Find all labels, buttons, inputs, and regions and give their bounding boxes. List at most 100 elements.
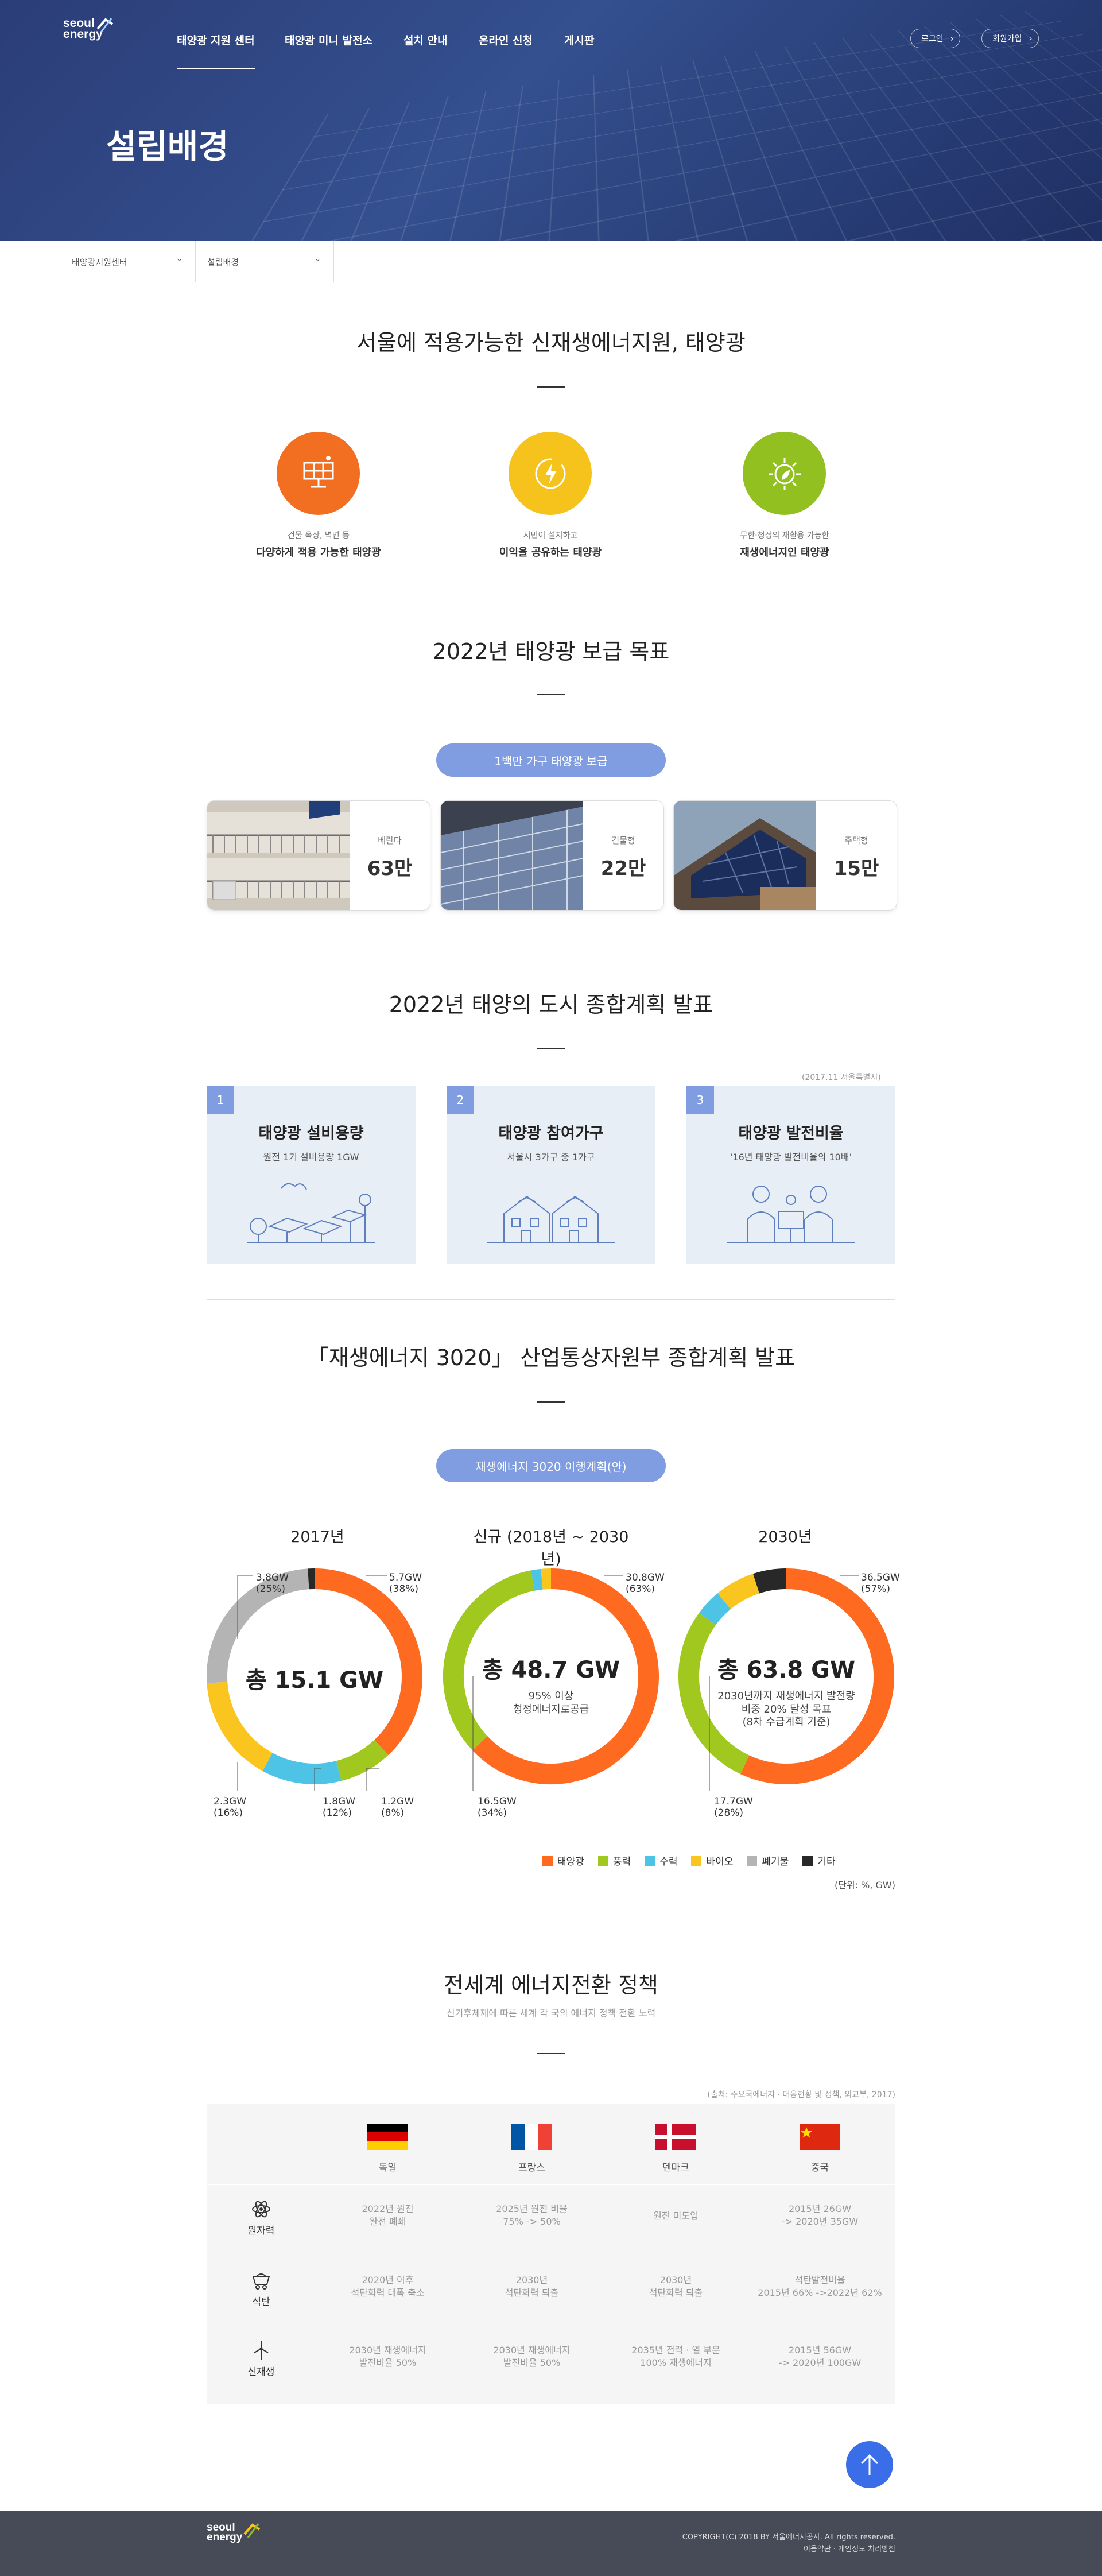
feature-icon-circle (277, 432, 360, 515)
legend-label: 풍력 (612, 1856, 631, 1868)
cell-line: 75% -> 50% (503, 2215, 561, 2227)
section-title: 「재생에너지 3020」 산업통상자원부 종합계획 발표 (306, 1345, 796, 1370)
solar-farm-illustration (247, 1183, 375, 1243)
legend-swatch (802, 1855, 813, 1866)
breadcrumb-label: 설립배경 (207, 257, 239, 268)
balcony-photo (207, 801, 350, 910)
table-cell: 2015년 56GW -> 2020년 100GW (748, 2344, 892, 2369)
table-cell: 2022년 원전 완전 폐쇄 (316, 2203, 460, 2228)
callout-share: (8%) (381, 1807, 405, 1819)
table-cell: 2030년 재생에너지 발전비율 50% (316, 2344, 460, 2369)
signup-label: 회원가입 (992, 34, 1022, 44)
footer-logo[interactable]: seoul energy (207, 2522, 261, 2543)
copyright: COPYRIGHT(C) 2018 BY 서울에너지공사. All rights… (682, 2532, 895, 2556)
nav-solar-center[interactable]: 태양광 지원 센터 (177, 32, 255, 69)
legend-swatch (597, 1855, 608, 1866)
page-title: 설립배경 (106, 127, 229, 166)
logo-mark-icon (96, 18, 114, 33)
breadcrumb-select-center[interactable]: 태양광지원센터 ⌄ (60, 241, 196, 282)
legend-item: 풍력 (597, 1853, 631, 1868)
callout-leader-lines (237, 1575, 859, 1791)
section-title: 2022년 태양광 보급 목표 (432, 639, 670, 664)
cell-line: 석탄화력 대폭 축소 (351, 2287, 425, 2298)
donut-title: 2017년 (290, 1528, 344, 1546)
goal-pill: 1백만 가구 태양광 보급 (436, 743, 666, 777)
plan-box: 1 태양광 설비용량 원전 1기 설비용량 1GW (207, 1086, 416, 1264)
feature-title: 다양하게 적용 가능한 태양광 (256, 547, 381, 559)
footer-links[interactable]: 이용약관 · 개인정보 처리방침 (682, 2544, 895, 2556)
plan-number: 2 (447, 1086, 474, 1114)
donut-title: 2030년 (758, 1528, 812, 1546)
legend-item: 태양광 (542, 1853, 584, 1868)
nav-mini-plant[interactable]: 태양광 미니 발전소 (285, 32, 372, 48)
chevron-down-icon: ⌄ (176, 255, 183, 264)
breadcrumb: 태양광지원센터 ⌄ 설립배경 ⌄ (0, 241, 1102, 282)
nav-install-guide[interactable]: 설치 안내 (403, 32, 448, 48)
feature-icon-circle (509, 432, 592, 515)
chevron-right-icon: › (950, 33, 954, 44)
login-label: 로그인 (921, 34, 944, 44)
plan-desc: 원전 1기 설비용량 1GW (263, 1152, 359, 1163)
cell-line: 발전비율 50% (503, 2357, 561, 2368)
card-value: 63만 (367, 857, 413, 880)
section-divider (207, 1299, 895, 1300)
solar-panel-icon (303, 456, 334, 488)
source-note: (2017.11 서울특별시) (802, 1073, 881, 1082)
country-name: 덴마크 (662, 2162, 689, 2174)
table-cell: 2035년 전력 · 열 부문 100% 재생에너지 (604, 2344, 748, 2369)
plan-number: 3 (686, 1086, 714, 1114)
cell-line: 원전 미도입 (653, 2210, 699, 2221)
houses-illustration (487, 1195, 615, 1243)
section-title: 2022년 태양의 도시 종합계획 발표 (389, 992, 713, 1017)
legend-swatch (645, 1855, 655, 1866)
goal-card-house: 주택형 15만 (673, 800, 897, 911)
plan-number: 1 (207, 1086, 234, 1114)
section-title: 전세계 에너지전환 정책 (444, 1973, 658, 1998)
row-label: 원자력 (247, 2225, 275, 2237)
table-cell: 2030년 재생에너지 발전비율 50% (460, 2344, 604, 2369)
cell-line: 2022년 원전 (362, 2203, 414, 2214)
cell-line: 석탄화력 퇴출 (505, 2287, 559, 2298)
table-cell: 2030년 석탄화력 퇴출 (460, 2274, 604, 2299)
plan-desc: '16년 태양광 발전비율의 10배' (730, 1152, 852, 1163)
feature-icon-circle (743, 432, 826, 515)
energy-bolt-icon (535, 458, 566, 489)
cell-line: 석탄화력 퇴출 (649, 2287, 703, 2298)
title-dash (537, 386, 565, 388)
login-button[interactable]: 로그인 › (910, 29, 960, 48)
title-dash (537, 694, 565, 695)
chevron-right-icon: › (1029, 33, 1033, 44)
logo[interactable]: seoul energy (63, 17, 114, 40)
sun-leaf-icon (769, 458, 801, 490)
copyright-text: COPYRIGHT(C) 2018 BY 서울에너지공사. All rights… (682, 2533, 895, 2542)
cell-line: 2030년 (515, 2275, 548, 2286)
scroll-top-button[interactable] (846, 2441, 893, 2488)
signup-button[interactable]: 회원가입 › (981, 29, 1039, 48)
country-name: 독일 (378, 2162, 397, 2174)
plan-title: 태양광 설비용량 (258, 1125, 364, 1142)
energy-policy-table: 독일 프랑스 덴마크 중국 원자력 2022년 원전 완전 폐쇄 2025년 원전… (207, 2104, 895, 2404)
wind-turbine-icon (254, 2341, 269, 2360)
card-value: 22만 (600, 857, 646, 880)
card-label: 베란다 (378, 835, 402, 846)
table-cell: 2030년 석탄화력 퇴출 (604, 2274, 748, 2299)
nav-board[interactable]: 게시판 (564, 32, 594, 48)
people-illustration (727, 1186, 855, 1243)
table-cell: 2025년 원전 비율 75% -> 50% (460, 2203, 604, 2228)
plan-title: 태양광 참여가구 (498, 1125, 604, 1142)
breadcrumb-select-page[interactable]: 설립배경 ⌄ (196, 241, 334, 282)
legend-item: 기타 (802, 1853, 836, 1868)
legend-item: 바이오 (691, 1853, 733, 1868)
chevron-down-icon: ⌄ (315, 255, 321, 264)
legend-label: 바이오 (706, 1856, 734, 1868)
country-name: 중국 (810, 2162, 829, 2174)
section-title: 서울에 적용가능한 신재생에너지원, 태양광 (356, 330, 746, 355)
plan-pill: 재생에너지 3020 이행계획(안) (436, 1449, 666, 1482)
table-cell: 2020년 이후 석탄화력 대폭 축소 (316, 2274, 460, 2299)
legend-label: 태양광 (557, 1856, 584, 1868)
plan-title: 태양광 발전비율 (738, 1125, 844, 1142)
nav-online-apply[interactable]: 온라인 신청 (479, 32, 533, 48)
flag-france-icon (511, 2124, 552, 2150)
feature-caption: 건물 옥상, 벽면 등 (288, 531, 350, 540)
table-row-divider (207, 2184, 895, 2185)
